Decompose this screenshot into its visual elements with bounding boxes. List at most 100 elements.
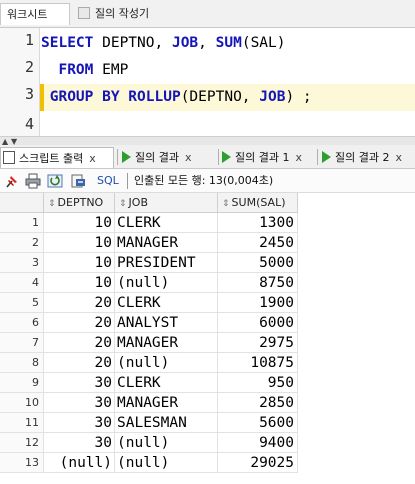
cell-deptno[interactable]: 30 [44,433,115,453]
cell-sum-sal[interactable]: 2975 [218,333,298,353]
worksheet-tab-bar: 워크시트 질의 작성기 [0,0,415,28]
cell-sum-sal[interactable]: 2850 [218,393,298,413]
script-output-icon [3,151,15,164]
pane-splitter[interactable]: ▲ ▼ [0,136,415,146]
line-number-gutter: 1 2 3 4 [0,28,40,136]
refresh-icon[interactable] [47,173,63,189]
sql-text: (DEPTNO, [180,89,260,105]
cell-sum-sal[interactable]: 1900 [218,293,298,313]
cell-deptno[interactable]: 20 [44,313,115,333]
cell-deptno[interactable]: 10 [44,213,115,233]
cell-job[interactable]: PRESIDENT [115,253,218,273]
table-row[interactable]: 9 30 CLERK 950 [0,373,298,393]
tab-query-builder[interactable]: 질의 작성기 [72,3,192,25]
column-header-label: JOB [128,196,148,209]
cell-job[interactable]: (null) [115,353,218,373]
cell-deptno[interactable]: 20 [44,293,115,313]
cell-job[interactable]: CLERK [115,213,218,233]
sort-icon: ⇕ [48,199,56,209]
tab-worksheet[interactable]: 워크시트 [0,3,70,25]
sql-button[interactable]: SQL [97,173,119,189]
tab-label: 질의 결과 1 [235,151,290,164]
table-row[interactable]: 7 20 MANAGER 2975 [0,333,298,353]
cell-deptno[interactable]: (null) [44,453,115,473]
cell-sum-sal[interactable]: 9400 [218,433,298,453]
cell-sum-sal[interactable]: 2450 [218,233,298,253]
cell-deptno[interactable]: 30 [44,393,115,413]
cell-job[interactable]: MANAGER [115,333,218,353]
table-row[interactable]: 8 20 (null) 10875 [0,353,298,373]
tab-label: 질의 작성기 [95,7,150,20]
collapse-up-icon[interactable]: ▲ [2,138,8,146]
cell-job[interactable]: MANAGER [115,233,218,253]
cell-deptno[interactable]: 20 [44,353,115,373]
table-row[interactable]: 5 20 CLERK 1900 [0,293,298,313]
sql-editor[interactable]: 1 2 3 4 SELECT DEPTNO, JOB, SUM(SAL) FRO… [0,28,415,136]
run-icon [222,151,231,163]
export-icon[interactable] [70,173,86,189]
cell-job[interactable]: MANAGER [115,393,218,413]
cell-job[interactable]: (null) [115,453,218,473]
table-row[interactable]: 12 30 (null) 9400 [0,433,298,453]
cell-job[interactable]: SALESMAN [115,413,218,433]
cell-job[interactable]: CLERK [115,293,218,313]
column-header-deptno[interactable]: ⇕ DEPTNO [44,193,115,213]
cell-job[interactable]: (null) [115,433,218,453]
cell-job[interactable]: ANALYST [115,313,218,333]
cell-sum-sal[interactable]: 5000 [218,253,298,273]
cell-job[interactable]: (null) [115,273,218,293]
table-row[interactable]: 10 30 MANAGER 2850 [0,393,298,413]
row-number-header [0,193,44,213]
cell-sum-sal[interactable]: 950 [218,373,298,393]
pin-icon[interactable] [4,173,20,189]
column-header-label: DEPTNO [57,196,104,209]
cell-job[interactable]: CLERK [115,373,218,393]
cell-sum-sal[interactable]: 6000 [218,313,298,333]
sql-text: ) ; [285,89,312,105]
line-number: 1 [24,31,34,49]
cell-sum-sal[interactable]: 10875 [218,353,298,373]
code-line[interactable]: FROM EMP [41,57,415,84]
cell-deptno[interactable]: 30 [44,373,115,393]
row-number: 13 [0,453,44,473]
table-row[interactable]: 13 (null) (null) 29025 [0,453,298,473]
close-icon[interactable]: x [395,151,402,164]
run-icon [322,151,331,163]
tab-query-result-2[interactable]: 질의 결과 2 x [320,147,415,168]
cell-deptno[interactable]: 10 [44,253,115,273]
row-number: 11 [0,413,44,433]
collapse-down-icon[interactable]: ▼ [11,138,17,146]
tab-query-result[interactable]: 질의 결과 x [120,147,218,168]
cell-sum-sal[interactable]: 5600 [218,413,298,433]
table-row[interactable]: 6 20 ANALYST 6000 [0,313,298,333]
tab-script-output[interactable]: 스크립트 출력 x [0,147,114,168]
cell-deptno[interactable]: 10 [44,273,115,293]
table-row[interactable]: 11 30 SALESMAN 5600 [0,413,298,433]
tab-label: 워크시트 [7,8,48,21]
cell-deptno[interactable]: 20 [44,333,115,353]
close-icon[interactable]: x [295,151,302,164]
close-icon[interactable]: x [185,151,192,164]
code-line[interactable] [41,111,415,138]
row-number: 6 [0,313,44,333]
line-number: 2 [24,58,34,76]
toolbar-divider [127,173,128,189]
cell-sum-sal[interactable]: 8750 [218,273,298,293]
print-icon[interactable] [25,173,41,189]
table-row[interactable]: 3 10 PRESIDENT 5000 [0,253,298,273]
code-line[interactable]: SELECT DEPTNO, JOB, SUM(SAL) [41,30,415,57]
cell-deptno[interactable]: 10 [44,233,115,253]
close-icon[interactable]: x [89,152,96,165]
sort-icon: ⇕ [222,199,230,209]
cell-deptno[interactable]: 30 [44,413,115,433]
column-header-sum-sal[interactable]: ⇕ SUM(SAL) [218,193,298,213]
cell-sum-sal[interactable]: 1300 [218,213,298,233]
table-row[interactable]: 4 10 (null) 8750 [0,273,298,293]
column-header-job[interactable]: ⇕ JOB [115,193,218,213]
table-row[interactable]: 1 10 CLERK 1300 [0,213,298,233]
table-row[interactable]: 2 10 MANAGER 2450 [0,233,298,253]
code-line-current[interactable]: GROUP BY ROLLUP(DEPTNO, JOB) ; [41,84,415,111]
cell-sum-sal[interactable]: 29025 [218,453,298,473]
row-number: 1 [0,213,44,233]
tab-query-result-1[interactable]: 질의 결과 1 x [220,147,318,168]
